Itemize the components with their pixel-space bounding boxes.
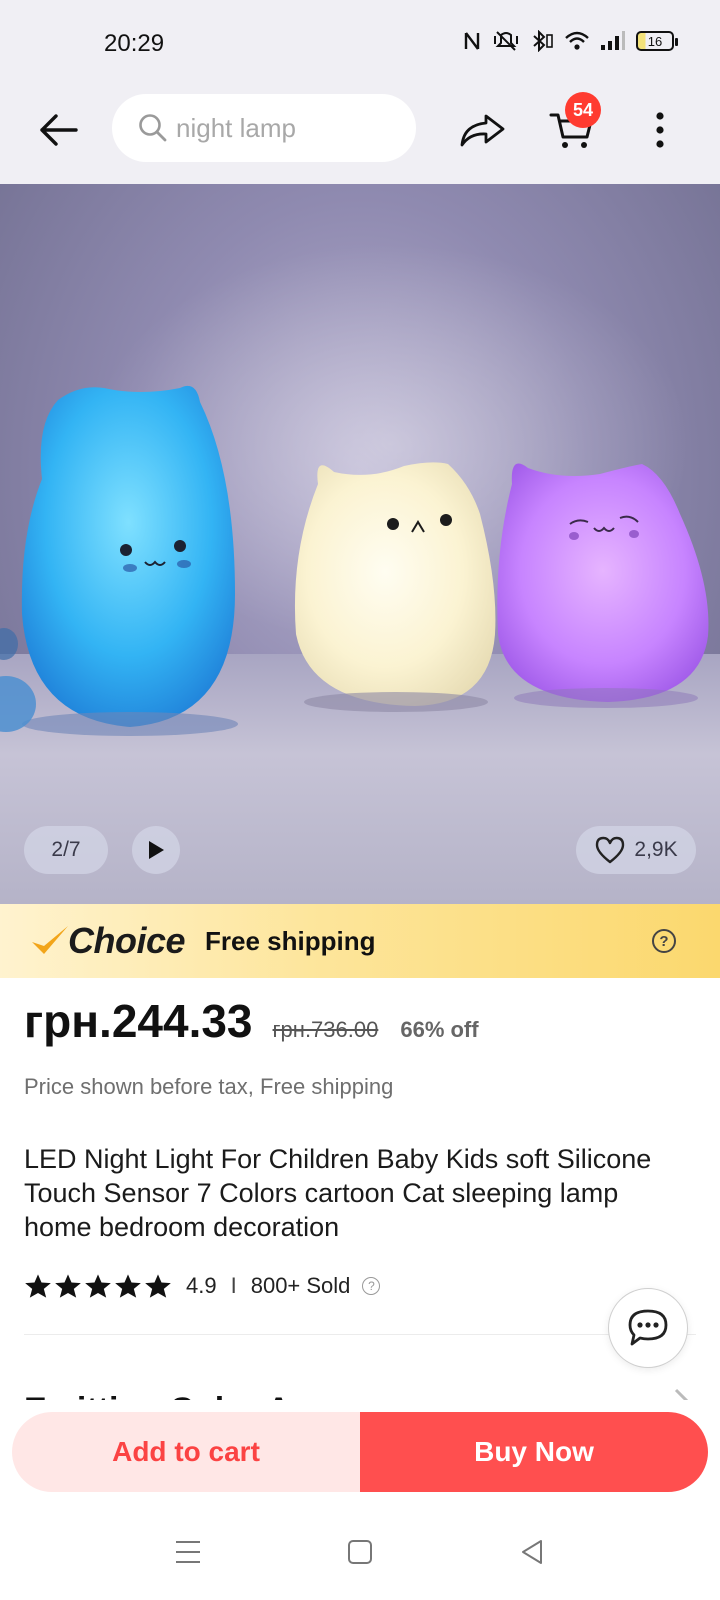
rating-stars	[24, 1273, 172, 1299]
home-square-icon	[348, 1540, 372, 1564]
play-video-button[interactable]	[132, 826, 180, 874]
divider	[24, 1334, 696, 1335]
recent-apps-button[interactable]	[168, 1532, 208, 1572]
battery-icon: 16	[636, 31, 678, 51]
status-bar: 20:29 16	[0, 0, 720, 92]
wishlist-button[interactable]: 2,9K	[576, 826, 696, 874]
sold-help-icon[interactable]: ?	[362, 1277, 381, 1295]
back-button[interactable]	[32, 104, 84, 156]
rating-row[interactable]: 4.9 I 800+ Sold ?	[24, 1270, 381, 1302]
star-icon	[25, 1274, 51, 1298]
discount-label: 66% off	[400, 1017, 479, 1042]
heart-icon	[596, 836, 625, 864]
rating-separator: I	[230, 1273, 237, 1298]
star-icon	[145, 1274, 171, 1298]
current-price: грн.244.33	[24, 995, 253, 1047]
nfc-icon	[462, 30, 482, 52]
price-note: Price shown before tax, Free shipping	[24, 1074, 394, 1099]
cat-lamps-illustration	[0, 244, 709, 736]
star-icon	[115, 1274, 141, 1298]
chat-bubble-icon	[628, 1309, 668, 1346]
product-title: LED Night Light For Children Baby Kids s…	[24, 1144, 652, 1242]
menu-icon	[176, 1541, 200, 1563]
play-icon	[149, 841, 164, 859]
search-icon	[139, 114, 167, 142]
image-counter: 2/7	[24, 826, 108, 874]
choice-check-icon	[32, 926, 68, 954]
more-vertical-icon	[656, 112, 664, 148]
buy-now-button[interactable]: Buy Now	[360, 1412, 708, 1492]
status-icons: 16	[462, 30, 678, 52]
star-icon	[85, 1274, 111, 1298]
chevron-right-icon	[672, 1386, 690, 1400]
chat-button[interactable]	[608, 1288, 688, 1368]
cart-count-badge: 54	[565, 92, 601, 128]
more-options-button[interactable]	[640, 102, 680, 158]
choice-help-icon[interactable]: ?	[652, 929, 676, 953]
sold-count: 800+ Sold	[250, 1273, 351, 1298]
system-back-button[interactable]	[512, 1532, 552, 1572]
status-time: 20:29	[104, 30, 165, 57]
star-icon	[55, 1274, 81, 1298]
mute-vibrate-icon	[492, 30, 520, 52]
rating-value: 4.9	[186, 1273, 217, 1298]
choice-free-shipping: Free shipping	[205, 925, 376, 956]
triangle-back-icon	[522, 1540, 542, 1564]
home-button[interactable]	[340, 1532, 380, 1572]
signal-icon	[600, 30, 626, 52]
choice-banner[interactable]: Choice Free shipping ?	[0, 904, 720, 978]
system-nav-bar	[0, 1504, 720, 1600]
share-icon	[460, 114, 505, 147]
bluetooth-icon	[530, 30, 554, 52]
top-nav: night lamp 54	[0, 92, 720, 184]
wifi-icon	[564, 30, 590, 52]
add-to-cart-button[interactable]: Add to cart	[12, 1412, 360, 1492]
product-image-gallery[interactable]: 2/7 2,9K	[0, 184, 720, 904]
wishlist-count: 2,9K	[634, 838, 678, 861]
search-input[interactable]: night lamp	[112, 94, 416, 162]
search-placeholder: night lamp	[176, 112, 296, 143]
choice-brand: Choice	[68, 920, 186, 961]
back-arrow-icon	[40, 114, 78, 146]
action-bar: Add to cart Buy Now	[0, 1400, 720, 1504]
original-price: грн.736.00	[272, 1017, 379, 1042]
share-button[interactable]	[454, 102, 510, 158]
price-row: грн.244.33 грн.736.00 66% off	[24, 994, 704, 1058]
